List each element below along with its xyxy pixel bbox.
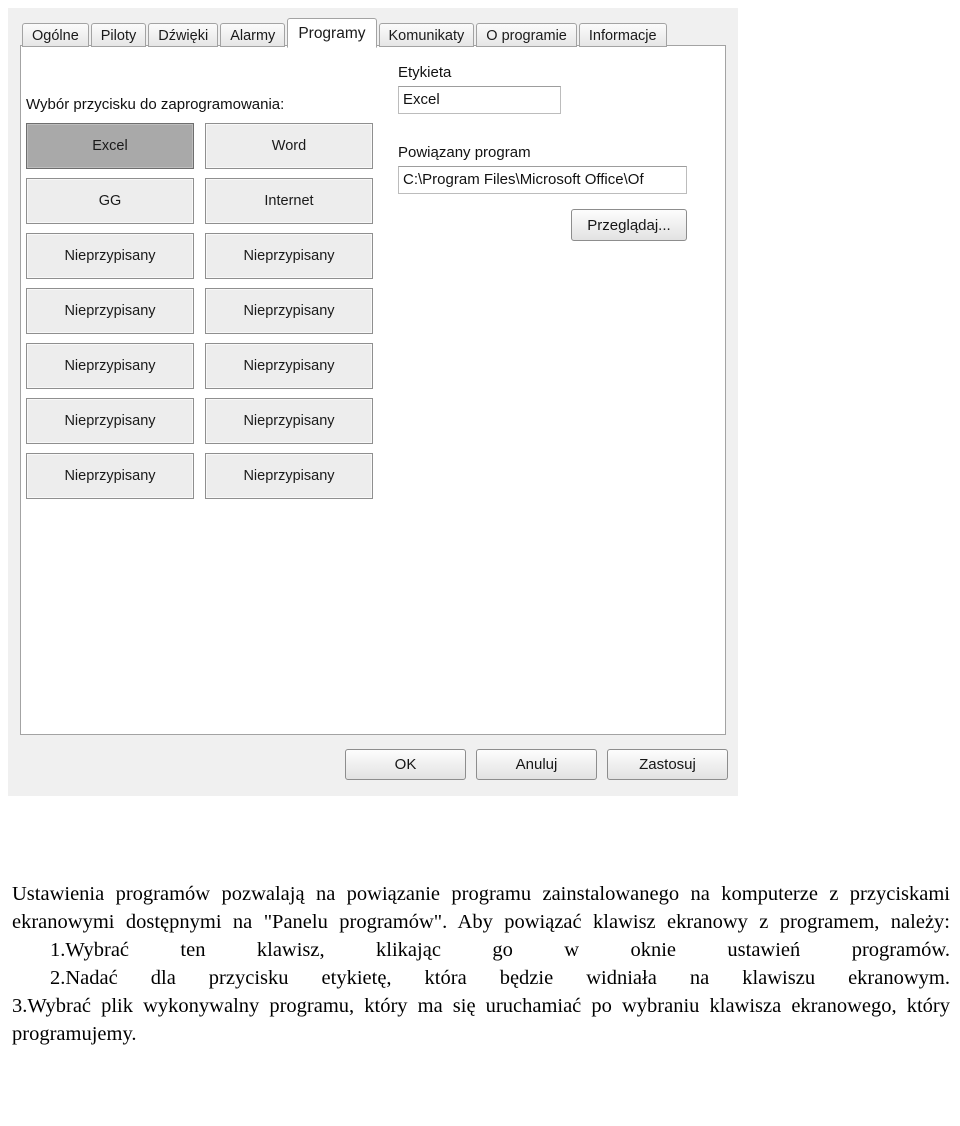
tab-informacje[interactable]: Informacje [578,23,667,47]
tab-bar: Ogólne Piloty Dźwięki Alarmy Programy Ko… [22,17,669,48]
programmable-button-5[interactable]: Nieprzypisany [26,233,194,279]
caption-text: Ustawienia programów pozwalają na powiąz… [12,880,950,1048]
programmable-button-14[interactable]: Nieprzypisany [205,453,373,499]
tab-alarmy[interactable]: Alarmy [220,23,286,47]
programmable-button-12[interactable]: Nieprzypisany [205,398,373,444]
programmable-button-6[interactable]: Nieprzypisany [205,233,373,279]
caption-intro-paragraph: Ustawienia programów pozwalają na powiąz… [12,883,950,933]
programmable-button-10[interactable]: Nieprzypisany [205,343,373,389]
caption-step-2: 2.Nadać dla przycisku etykietę, która bę… [50,967,950,989]
button-selection-group: Wybór przycisku do zaprogramowania: Exce… [26,96,374,499]
tab-programy[interactable]: Programy [287,18,377,48]
browse-button[interactable]: Przeglądaj... [571,209,687,241]
tab-ogolne[interactable]: Ogólne [22,23,89,47]
programmable-button-4[interactable]: Internet [205,178,373,224]
programmable-button-7[interactable]: Nieprzypisany [26,288,194,334]
programmable-button-11[interactable]: Nieprzypisany [26,398,194,444]
programmable-button-grid: Excel Word GG Internet Nieprzypisany Nie… [26,123,374,499]
cancel-button[interactable]: Anuluj [476,749,597,780]
etykieta-label: Etykieta [398,64,452,81]
programmable-button-3[interactable]: GG [26,178,194,224]
ok-button[interactable]: OK [345,749,466,780]
programmable-button-1[interactable]: Excel [26,123,194,169]
caption-step-1: 1.Wybrać ten klawisz, klikając go w okni… [50,939,950,961]
tab-dzwieki[interactable]: Dźwięki [148,23,219,47]
powiazany-program-label: Powiązany program [398,144,531,161]
button-properties-group: Etykieta Excel Powiązany program C:\Prog… [398,64,698,241]
programmable-button-9[interactable]: Nieprzypisany [26,343,194,389]
button-selection-label: Wybór przycisku do zaprogramowania: [26,96,285,113]
programmable-button-2[interactable]: Word [205,123,373,169]
apply-button[interactable]: Zastosuj [607,749,728,780]
program-path-input[interactable]: C:\Program Files\Microsoft Office\Of [398,166,687,194]
etykieta-input[interactable]: Excel [398,86,561,114]
settings-dialog: Ogólne Piloty Dźwięki Alarmy Programy Ko… [8,8,738,796]
programmable-button-13[interactable]: Nieprzypisany [26,453,194,499]
tab-o-programie[interactable]: O programie [476,23,577,47]
tab-komunikaty[interactable]: Komunikaty [378,23,475,47]
programmable-button-8[interactable]: Nieprzypisany [205,288,373,334]
caption-step-3: 3.Wybrać plik wykonywalny programu, któr… [12,995,950,1045]
browse-row: Przeglądaj... [398,209,687,241]
tab-piloty[interactable]: Piloty [90,23,147,47]
field-spacer [398,114,698,144]
dialog-footer: OK Anuluj Zastosuj [345,749,728,780]
